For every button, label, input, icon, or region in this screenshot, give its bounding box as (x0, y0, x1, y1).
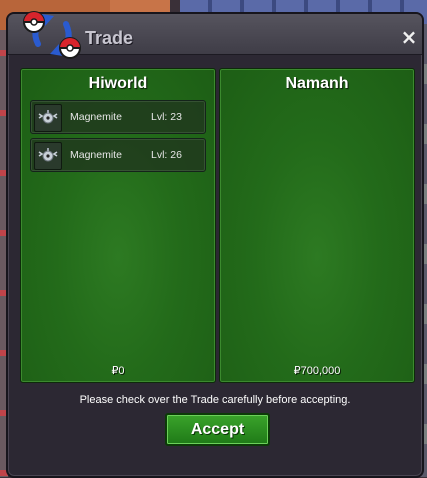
trade-warning-text: Please check over the Trade carefully be… (79, 394, 351, 406)
close-icon[interactable]: × (400, 27, 418, 47)
pokemon-level: Lvl: 23 (151, 111, 182, 123)
money-offer: ₽700,000 (293, 365, 341, 377)
trade-panel-partner: Namanh ₽700,000 (219, 68, 415, 383)
trade-panel-self: Hiworld Magnemite Lvl: 23 Magnemite Lvl:… (20, 68, 216, 383)
pokemon-slot[interactable]: Magnemite Lvl: 23 (30, 100, 206, 134)
magnemite-icon (34, 104, 62, 132)
pokemon-name: Magnemite (70, 149, 122, 161)
pokemon-name: Magnemite (70, 111, 122, 123)
player-name: Namanh (285, 75, 349, 92)
window-title: Trade (85, 28, 134, 48)
pokemon-level: Lvl: 26 (151, 149, 182, 161)
trade-window: Trade × Hiworld Magnemite Lvl: 23 Magnem… (6, 11, 424, 478)
pokeball-logo-icon (23, 11, 81, 59)
accept-button[interactable]: Accept (165, 413, 270, 446)
money-offer: ₽0 (111, 365, 125, 377)
player-name: Hiworld (88, 75, 148, 92)
pokemon-slot[interactable]: Magnemite Lvl: 26 (30, 138, 206, 172)
magnemite-icon (34, 142, 62, 170)
